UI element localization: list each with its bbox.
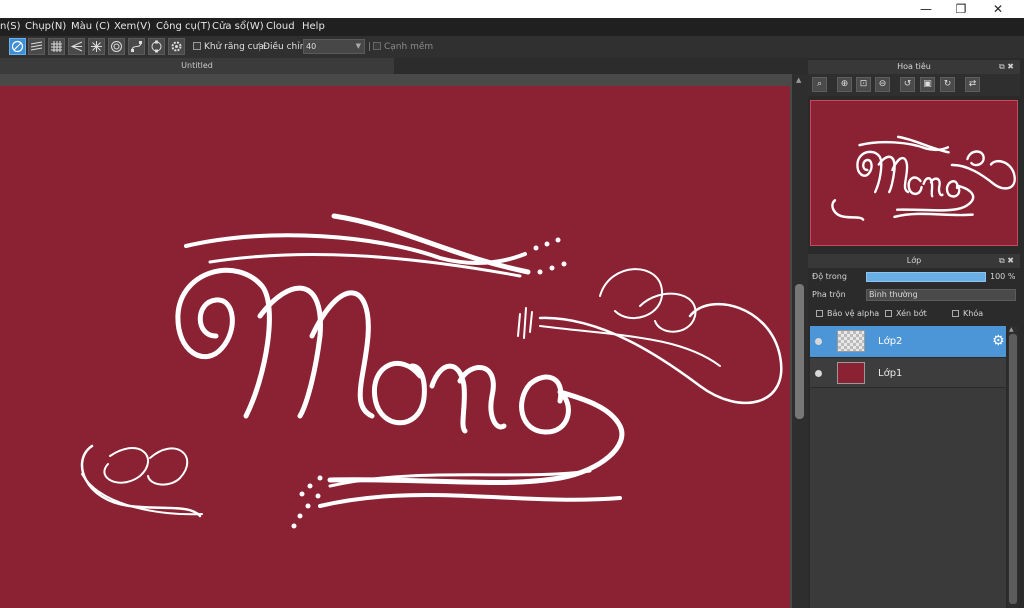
protect-alpha-checkbox[interactable] xyxy=(816,310,823,317)
canvas-area[interactable] xyxy=(0,74,792,608)
focus-line-snap-button[interactable] xyxy=(68,38,85,55)
navigator-panel-header: Hoa tiêu ⧉ ✖ xyxy=(808,60,1020,74)
right-dock: Hoa tiêu ⧉ ✖ ⌕ ⊕ ⊡ ⊖ ↺ ▣ ↻ ⇄ Lớp ⧉ ✖ Độ … xyxy=(808,58,1024,608)
minimize-button[interactable]: — xyxy=(908,0,944,18)
focus-lines-icon xyxy=(70,41,83,52)
no-snap-icon xyxy=(11,40,24,53)
layer-name: Lớp1 xyxy=(878,368,903,379)
protect-alpha-option[interactable]: Bảo vệ alpha xyxy=(816,307,879,321)
protect-alpha-label: Bảo vệ alpha xyxy=(827,309,880,318)
drawing-canvas[interactable] xyxy=(0,86,790,608)
layer-list: Lớp2 ⚙ Lớp1 xyxy=(810,326,1006,608)
layer-item-lop1[interactable]: Lớp1 xyxy=(810,357,1006,388)
rotate-right-icon[interactable]: ↻ xyxy=(940,77,955,92)
adjust-value: 40 xyxy=(306,42,317,51)
close-layer-panel-icon[interactable]: ✖ xyxy=(1007,256,1014,265)
soft-edge-checkbox[interactable] xyxy=(373,42,381,50)
tool-options-bar: Khử răng cưa | Điều chỉnh 40 ▼ | Cạnh mề… xyxy=(0,36,1024,59)
rotate-left-icon[interactable]: ↺ xyxy=(900,77,915,92)
menu-capture[interactable]: Chụp(N) xyxy=(25,18,66,36)
layer-thumbnail-transparent xyxy=(837,330,865,352)
blend-mode-label: Pha trộn xyxy=(812,290,846,299)
antialias-label: Khử răng cưa xyxy=(204,42,264,52)
layer-panel: Lớp ⧉ ✖ Độ trong 100 % Pha trộn Bình thư… xyxy=(808,254,1020,608)
visibility-icon[interactable] xyxy=(815,370,822,377)
mono-lettering-artwork xyxy=(80,213,783,529)
flip-horizontal-icon[interactable]: ⇄ xyxy=(965,77,980,92)
close-panel-icon[interactable]: ✖ xyxy=(1007,62,1014,71)
menu-cloud[interactable]: Cloud xyxy=(266,18,295,36)
layer-scroll-thumb[interactable] xyxy=(1009,334,1017,604)
canvas-scroll-thumb[interactable] xyxy=(795,284,804,419)
opacity-slider[interactable] xyxy=(866,272,986,282)
menu-selection[interactable]: n(S) xyxy=(0,18,21,36)
ellipse-icon xyxy=(151,40,162,53)
grid-icon xyxy=(51,41,62,52)
navigator-thumbnail-artwork xyxy=(831,135,1016,221)
layer-list-scrollbar[interactable]: ▲ xyxy=(1008,326,1018,608)
grid-snap-button[interactable] xyxy=(48,38,65,55)
visibility-icon[interactable] xyxy=(815,338,822,345)
navigator-title: Hoa tiêu xyxy=(897,62,931,71)
layer-name: Lớp2 xyxy=(878,336,903,347)
layer-settings-gear-icon[interactable]: ⚙ xyxy=(992,333,1005,349)
snap-settings-button[interactable] xyxy=(168,38,185,55)
opacity-value: 100 % xyxy=(990,272,1016,281)
parallel-snap-button[interactable] xyxy=(28,38,45,55)
toolbar-separator-2: | xyxy=(368,42,372,52)
ellipse-snap-button[interactable] xyxy=(148,38,165,55)
clipping-option[interactable]: Xén bớt xyxy=(885,307,927,321)
lock-option[interactable]: Khóa xyxy=(952,307,983,321)
menu-color[interactable]: Màu (C) xyxy=(71,18,110,36)
soft-edge-label: Cạnh mềm xyxy=(384,42,434,52)
restore-button[interactable]: ❐ xyxy=(943,0,979,18)
gear-icon xyxy=(171,41,182,52)
menu-bar: n(S) Chụp(N) Màu (C) Xem(V) Công cụ(T) C… xyxy=(0,18,1024,36)
curve-icon xyxy=(131,41,142,52)
parallel-lines-icon xyxy=(30,41,43,51)
layer-thumbnail-color xyxy=(837,362,865,384)
adjust-select[interactable]: 40 ▼ xyxy=(303,39,365,54)
canvas-vertical-scrollbar[interactable]: ▲ xyxy=(792,74,808,608)
lock-label: Khóa xyxy=(963,309,984,318)
navigator-toolbar: ⌕ ⊕ ⊡ ⊖ ↺ ▣ ↻ ⇄ xyxy=(808,74,1020,96)
float-panel-icon[interactable]: ⧉ xyxy=(999,62,1005,71)
opacity-label: Độ trong xyxy=(812,272,847,281)
curve-snap-button[interactable] xyxy=(128,38,145,55)
radial-lines-icon xyxy=(91,41,102,52)
navigator-preview[interactable] xyxy=(810,100,1018,246)
zoom-in-icon[interactable]: ⊕ xyxy=(837,77,852,92)
layer-panel-title: Lớp xyxy=(906,256,922,265)
blend-mode-select[interactable]: Bình thường xyxy=(866,289,1016,301)
window-title-bar: — ❐ ✕ xyxy=(0,0,1024,18)
layer-item-lop2[interactable]: Lớp2 ⚙ xyxy=(810,326,1006,357)
clipping-checkbox[interactable] xyxy=(885,310,892,317)
document-tab[interactable]: Untitled xyxy=(0,58,394,74)
zoom-out-icon[interactable]: ⊖ xyxy=(875,77,890,92)
document-tab-bar: Untitled xyxy=(0,58,808,74)
zoom-icon[interactable]: ⌕ xyxy=(812,77,827,92)
no-snap-button[interactable] xyxy=(9,38,26,55)
close-button[interactable]: ✕ xyxy=(980,0,1016,18)
menu-window[interactable]: Cửa sổ(W) xyxy=(212,18,264,36)
concentric-circles-icon xyxy=(111,41,122,52)
menu-tools[interactable]: Công cụ(T) xyxy=(156,18,211,36)
lock-checkbox[interactable] xyxy=(952,310,959,317)
fit-view-icon[interactable]: ⊡ xyxy=(856,77,871,92)
float-layer-panel-icon[interactable]: ⧉ xyxy=(999,256,1005,265)
clipping-label: Xén bớt xyxy=(896,309,927,318)
antialias-checkbox[interactable] xyxy=(193,42,201,50)
layer-panel-header: Lớp ⧉ ✖ xyxy=(808,254,1020,268)
chevron-down-icon: ▼ xyxy=(355,42,361,50)
menu-help[interactable]: Help xyxy=(302,18,325,36)
layer-scroll-up-icon[interactable]: ▲ xyxy=(1009,326,1014,333)
scroll-up-icon[interactable]: ▲ xyxy=(796,76,801,84)
menu-view[interactable]: Xem(V) xyxy=(114,18,151,36)
concentric-snap-button[interactable] xyxy=(108,38,125,55)
toolbar-separator: | xyxy=(258,42,262,52)
radial-snap-button[interactable] xyxy=(88,38,105,55)
actual-size-icon[interactable]: ▣ xyxy=(920,77,935,92)
